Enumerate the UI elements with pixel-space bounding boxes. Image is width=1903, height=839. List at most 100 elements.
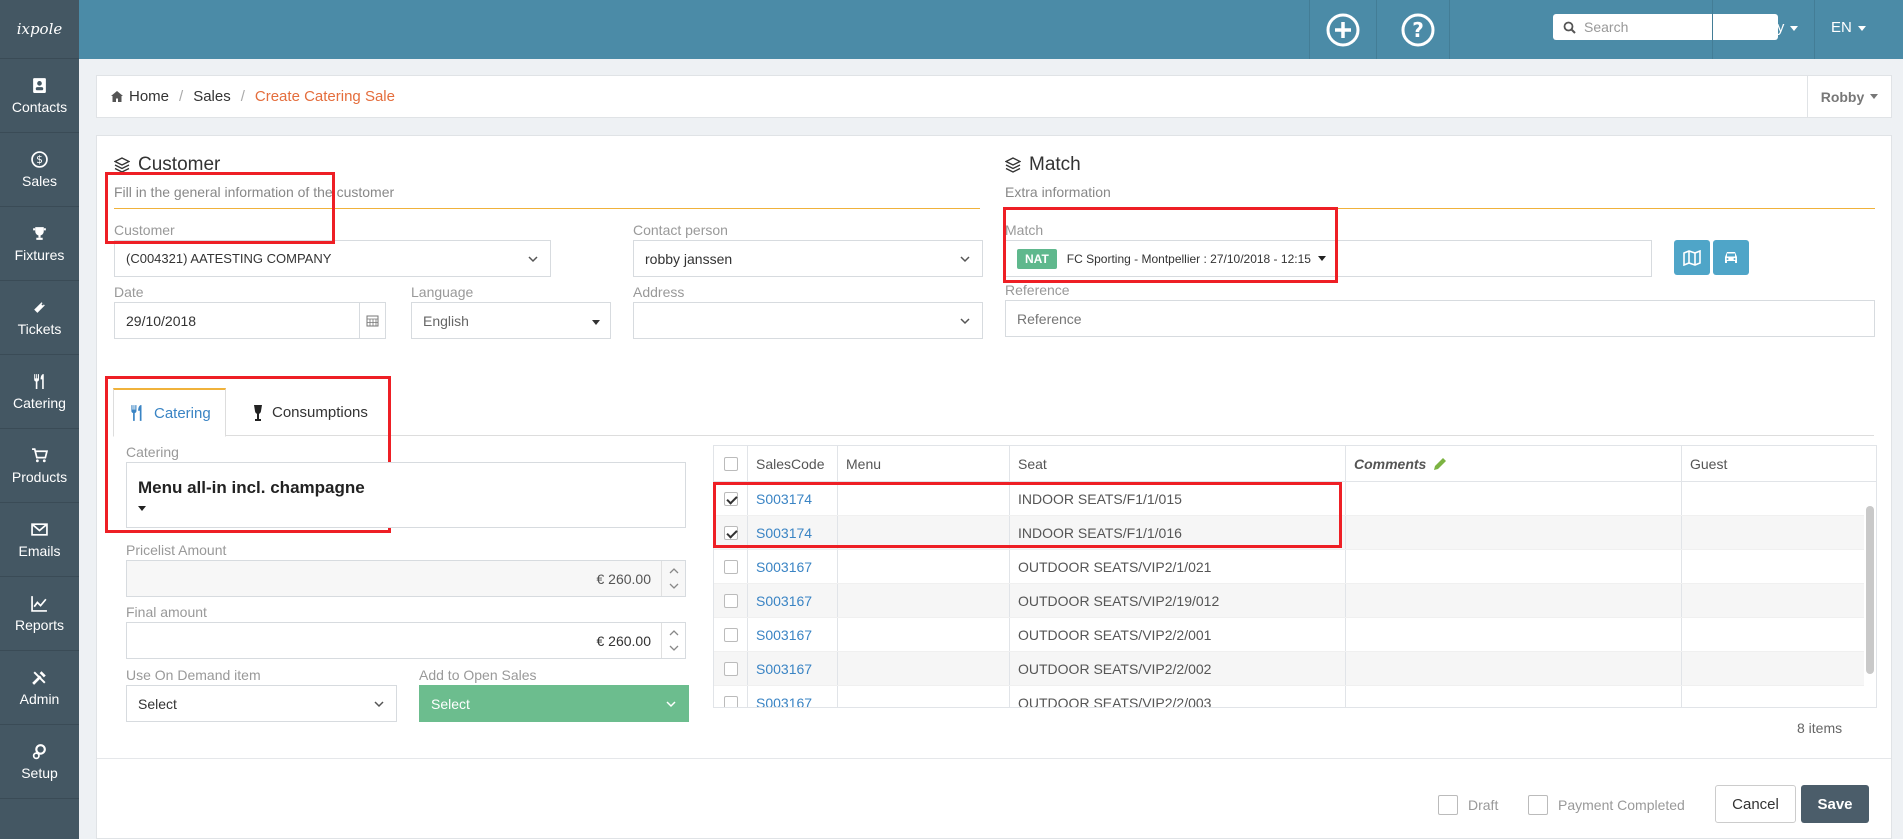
catering-select[interactable]: Menu all-in incl. champagne bbox=[126, 462, 686, 528]
search-icon bbox=[1563, 21, 1576, 34]
date-value: 29/10/2018 bbox=[126, 312, 197, 329]
save-button[interactable]: Save bbox=[1801, 785, 1869, 823]
svg-text:?: ? bbox=[1412, 18, 1424, 42]
salescode-link[interactable]: S003167 bbox=[756, 627, 812, 643]
draft-checkbox-group[interactable]: Draft bbox=[1438, 795, 1498, 815]
sidebar-item-catering[interactable]: Catering bbox=[0, 355, 79, 429]
row-select-cell bbox=[714, 652, 747, 685]
breadcrumb-user-name: Robby bbox=[1820, 88, 1865, 105]
breadcrumb-sales[interactable]: Sales bbox=[193, 88, 231, 105]
column-header-seat[interactable]: Seat bbox=[1009, 446, 1345, 481]
address-select[interactable] bbox=[633, 302, 983, 339]
open-sales-select[interactable]: Select bbox=[419, 685, 689, 722]
guest-cell[interactable] bbox=[1681, 482, 1864, 515]
comments-cell[interactable] bbox=[1345, 516, 1681, 549]
salescode-link[interactable]: S003167 bbox=[756, 559, 812, 575]
reference-input[interactable] bbox=[1006, 301, 1874, 336]
highlight-customer bbox=[105, 172, 335, 244]
user-menu[interactable]: Robby bbox=[1741, 19, 1799, 36]
svg-text:$: $ bbox=[36, 153, 43, 166]
sidebar-item-admin[interactable]: Admin bbox=[0, 651, 79, 725]
draft-checkbox[interactable] bbox=[1438, 795, 1458, 815]
salescode-cell: S003167 bbox=[747, 550, 837, 583]
comments-cell[interactable] bbox=[1345, 482, 1681, 515]
row-checkbox[interactable] bbox=[723, 627, 738, 642]
row-checkbox[interactable] bbox=[723, 661, 738, 676]
column-header-salescode[interactable]: SalesCode bbox=[747, 446, 837, 481]
row-select-cell bbox=[714, 618, 747, 651]
guest-cell[interactable] bbox=[1681, 516, 1864, 549]
envelope-icon bbox=[31, 522, 48, 536]
salescode-link[interactable]: S003167 bbox=[756, 695, 812, 708]
final-amount-spinner[interactable] bbox=[661, 623, 685, 658]
breadcrumb-home[interactable]: Home bbox=[129, 88, 169, 105]
guest-cell[interactable] bbox=[1681, 618, 1864, 651]
column-header-comments[interactable]: Comments bbox=[1345, 446, 1681, 481]
sidebar-item-contacts[interactable]: Contacts bbox=[0, 59, 79, 133]
column-header-menu[interactable]: Menu bbox=[837, 446, 1009, 481]
on-demand-label: Use On Demand item bbox=[126, 667, 261, 683]
topbar-divider bbox=[1376, 0, 1377, 59]
comments-cell[interactable] bbox=[1345, 686, 1681, 707]
sidebar-item-emails[interactable]: Emails bbox=[0, 503, 79, 577]
sidebar-item-tickets[interactable]: Tickets bbox=[0, 281, 79, 355]
grid-scrollbar[interactable] bbox=[1866, 506, 1874, 674]
search-input[interactable] bbox=[1584, 19, 1764, 35]
salescode-link[interactable]: S003167 bbox=[756, 593, 812, 609]
sidebar-item-label: Sales bbox=[21, 172, 58, 189]
help-circle-icon[interactable]: ? bbox=[1401, 13, 1435, 47]
map-button[interactable] bbox=[1674, 240, 1710, 275]
pricelist-amount-input[interactable]: € 260.00 bbox=[126, 560, 686, 597]
menu-cell bbox=[837, 652, 1009, 685]
column-header-guest[interactable]: Guest bbox=[1681, 446, 1876, 481]
row-checkbox[interactable] bbox=[723, 695, 738, 707]
guest-cell[interactable] bbox=[1681, 550, 1864, 583]
language-select[interactable]: English bbox=[411, 302, 611, 339]
sidebar-item-fixtures[interactable]: Fixtures bbox=[0, 207, 79, 281]
table-row[interactable]: S003167 OUTDOOR SEATS/VIP2/2/001 bbox=[714, 618, 1864, 652]
logo[interactable]: ixpole bbox=[0, 0, 79, 59]
table-row[interactable]: S003167 OUTDOOR SEATS/VIP2/19/012 bbox=[714, 584, 1864, 618]
table-row[interactable]: S003167 OUTDOOR SEATS/VIP2/2/003 bbox=[714, 686, 1864, 708]
language-value: English bbox=[423, 312, 469, 329]
language-menu[interactable]: EN bbox=[1831, 19, 1866, 36]
date-label: Date bbox=[114, 284, 144, 300]
guest-cell[interactable] bbox=[1681, 652, 1864, 685]
salescode-cell: S003167 bbox=[747, 618, 837, 651]
final-amount-input[interactable]: € 260.00 bbox=[126, 622, 686, 659]
table-row[interactable]: S003167 OUTDOOR SEATS/VIP2/1/021 bbox=[714, 550, 1864, 584]
caret-down-icon bbox=[592, 320, 600, 325]
guest-cell[interactable] bbox=[1681, 686, 1864, 707]
payment-completed-checkbox-group[interactable]: Payment Completed bbox=[1528, 795, 1685, 815]
select-all-checkbox[interactable] bbox=[723, 456, 738, 471]
salescode-link[interactable]: S003167 bbox=[756, 661, 812, 677]
date-picker-button[interactable] bbox=[359, 303, 385, 338]
comments-cell[interactable] bbox=[1345, 652, 1681, 685]
comments-cell[interactable] bbox=[1345, 584, 1681, 617]
payment-completed-checkbox[interactable] bbox=[1528, 795, 1548, 815]
catering-value: Menu all-in incl. champagne bbox=[138, 478, 365, 497]
comments-cell[interactable] bbox=[1345, 618, 1681, 651]
pricelist-spinner[interactable] bbox=[661, 561, 685, 596]
final-amount-value: € 260.00 bbox=[596, 632, 652, 649]
sidebar-item-sales[interactable]: $ Sales bbox=[0, 133, 79, 207]
seat-cell: OUTDOOR SEATS/VIP2/2/003 bbox=[1009, 686, 1345, 707]
row-checkbox[interactable] bbox=[723, 559, 738, 574]
car-button[interactable] bbox=[1713, 240, 1749, 275]
add-circle-icon[interactable] bbox=[1326, 13, 1360, 47]
comments-cell[interactable] bbox=[1345, 550, 1681, 583]
guest-cell[interactable] bbox=[1681, 584, 1864, 617]
sidebar-item-setup[interactable]: Setup bbox=[0, 725, 79, 799]
sidebar-item-reports[interactable]: Reports bbox=[0, 577, 79, 651]
cancel-button[interactable]: Cancel bbox=[1715, 785, 1796, 823]
date-input[interactable]: 29/10/2018 bbox=[114, 302, 386, 339]
chevron-down-icon bbox=[960, 256, 970, 263]
contact-person-select[interactable]: robby janssen bbox=[633, 240, 983, 277]
on-demand-select[interactable]: Select bbox=[126, 685, 397, 722]
customer-select[interactable]: (C004321) AATESTING COMPANY bbox=[114, 240, 551, 277]
reference-field[interactable] bbox=[1005, 300, 1875, 337]
row-checkbox[interactable] bbox=[723, 593, 738, 608]
breadcrumb-user-menu[interactable]: Robby bbox=[1807, 76, 1891, 117]
table-row[interactable]: S003167 OUTDOOR SEATS/VIP2/2/002 bbox=[714, 652, 1864, 686]
sidebar-item-products[interactable]: Products bbox=[0, 429, 79, 503]
